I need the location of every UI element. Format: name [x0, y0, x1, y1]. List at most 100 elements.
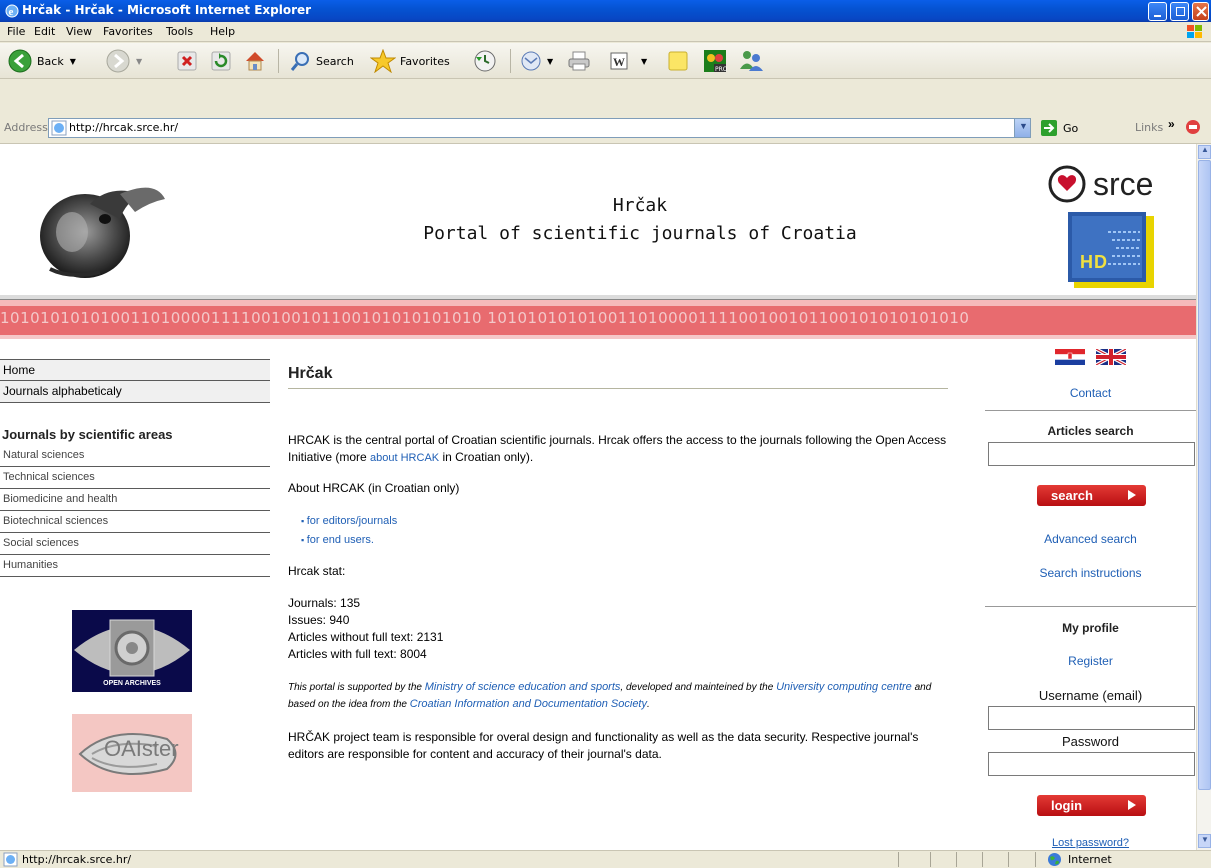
area-technical-sciences-link[interactable]: Technical sciences — [0, 467, 270, 489]
history-button[interactable] — [473, 49, 497, 73]
svg-text:PRO: PRO — [715, 66, 727, 73]
links-chevron-icon[interactable]: » — [1168, 117, 1175, 131]
mail-button[interactable]: ▼ — [520, 49, 553, 73]
scrollbar-thumb[interactable] — [1198, 160, 1211, 790]
menu-file[interactable]: File — [7, 25, 25, 38]
scroll-down-button[interactable]: ▼ — [1198, 834, 1211, 848]
address-input[interactable]: http://hrcak.srce.hr/ ▼ — [48, 118, 1031, 138]
articles-search-input[interactable] — [988, 442, 1195, 466]
svg-text:e: e — [9, 6, 14, 18]
password-field[interactable] — [988, 752, 1195, 776]
intro-paragraph: HRCAK is the central portal of Croatian … — [288, 432, 948, 467]
binary-text: 1010101010100110100001111001001011001010… — [0, 309, 970, 327]
area-natural-sciences-link[interactable]: Natural sciences — [0, 445, 270, 467]
scroll-up-button[interactable]: ▲ — [1198, 145, 1211, 159]
nav-journals-alphabetically-link[interactable]: Journals alphabeticaly — [0, 381, 270, 403]
pro-tool-button[interactable]: PRO — [703, 49, 727, 73]
stop-icon — [177, 51, 197, 71]
open-archives-logo[interactable]: OPEN ARCHIVES — [72, 610, 192, 692]
mail-dropdown-icon[interactable]: ▼ — [547, 57, 553, 66]
search-submit-button[interactable]: search — [1037, 485, 1146, 506]
minimize-icon — [1154, 15, 1161, 17]
login-button[interactable]: login — [1037, 795, 1146, 816]
edit-word-button[interactable]: W ▼ — [609, 49, 647, 73]
menu-edit[interactable]: Edit — [34, 25, 55, 38]
svg-text:W: W — [613, 55, 625, 69]
password-label: Password — [1061, 734, 1120, 749]
windows-flag-icon — [1187, 25, 1202, 38]
stop-button[interactable] — [176, 49, 198, 73]
menu-help[interactable]: Help — [210, 25, 235, 38]
for-editors-link[interactable]: for editors/journals — [307, 515, 398, 527]
restore-button[interactable] — [1170, 2, 1189, 21]
menu-tools[interactable]: Tools — [166, 25, 193, 38]
vertical-scrollbar[interactable]: ▲ ▼ — [1196, 144, 1211, 850]
forward-button[interactable]: ▼ — [106, 49, 142, 73]
croatian-flag-icon[interactable] — [1055, 349, 1085, 365]
page-icon — [51, 120, 67, 136]
lost-password-link[interactable]: Lost password? — [985, 837, 1196, 849]
site-header: Hrčak Portal of scientific journals of C… — [0, 144, 1196, 294]
articles-search-heading: Articles search — [1047, 424, 1134, 438]
home-button[interactable] — [243, 49, 267, 73]
address-url: http://hrcak.srce.hr/ — [69, 121, 179, 134]
forward-arrow-icon — [106, 49, 130, 73]
oaister-logo-text: OAIster — [104, 736, 179, 761]
history-icon — [474, 50, 496, 72]
translate-icon[interactable] — [1184, 118, 1202, 136]
oaister-logo[interactable]: OAIster — [72, 714, 192, 792]
stat-journals: Journals: 135 — [288, 596, 361, 610]
scientific-areas-heading: Journals by scientific areas — [2, 427, 173, 442]
mail-icon — [521, 51, 541, 71]
back-dropdown-icon[interactable]: ▼ — [70, 57, 76, 66]
for-end-users-link[interactable]: for end users. — [307, 534, 374, 546]
open-archives-logo-text: OPEN ARCHIVES — [103, 680, 161, 687]
print-button[interactable] — [567, 49, 591, 73]
documentation-society-link[interactable]: Croatian Information and Documentation S… — [410, 698, 647, 710]
go-button[interactable]: Go — [1040, 117, 1078, 139]
status-url: http://hrcak.srce.hr/ — [22, 853, 132, 866]
about-hrcak-link[interactable]: about HRCAK — [370, 452, 439, 464]
forward-dropdown-icon[interactable]: ▼ — [136, 57, 142, 66]
nav-home-link[interactable]: Home — [0, 359, 270, 381]
username-field[interactable] — [988, 706, 1195, 730]
band-light-line — [0, 300, 1196, 306]
back-button[interactable]: Back ▼ — [8, 49, 76, 73]
srce-logo[interactable]: srce — [1043, 164, 1188, 204]
menu-favorites[interactable]: Favorites — [103, 25, 153, 38]
search-button[interactable]: Search — [290, 49, 354, 73]
browser-window: e Hrčak - Hrčak - Microsoft Internet Exp… — [0, 0, 1211, 868]
play-arrow-icon — [1128, 490, 1136, 500]
address-label: Address — [4, 121, 48, 134]
close-icon — [1196, 6, 1207, 17]
contact-link[interactable]: Contact — [985, 386, 1196, 400]
messenger-button[interactable] — [738, 49, 764, 73]
site-subtitle: Portal of scientific journals of Croatia — [423, 223, 857, 244]
area-humanities-link[interactable]: Humanities — [0, 555, 270, 577]
support-text-2: , developed and mainteined by the — [620, 682, 777, 693]
edit-dropdown-icon[interactable]: ▼ — [641, 57, 647, 66]
area-biotechnical-sciences-link[interactable]: Biotechnical sciences — [0, 511, 270, 533]
page-title: Hrčak — [288, 359, 948, 389]
refresh-button[interactable] — [210, 49, 232, 73]
menu-view[interactable]: View — [66, 25, 92, 38]
close-button[interactable] — [1192, 2, 1209, 21]
favorites-button[interactable]: Favorites — [370, 49, 450, 73]
status-bar: http://hrcak.srce.hr/ Internet — [0, 850, 1211, 868]
support-text-4: . — [647, 699, 650, 710]
advanced-search-link[interactable]: Advanced search — [985, 532, 1196, 546]
minimize-button[interactable] — [1148, 2, 1167, 21]
register-link[interactable]: Register — [985, 654, 1196, 668]
search-instructions-link[interactable]: Search instructions — [985, 566, 1196, 580]
links-label[interactable]: Links — [1135, 121, 1163, 134]
about-heading: About HRCAK (in Croatian only) — [288, 481, 460, 495]
notes-button[interactable] — [667, 49, 689, 73]
chevron-down-icon: ▼ — [1019, 121, 1028, 131]
uk-flag-icon[interactable] — [1096, 349, 1126, 365]
area-social-sciences-link[interactable]: Social sciences — [0, 533, 270, 555]
university-computing-centre-link[interactable]: University computing centre — [776, 681, 912, 693]
ministry-link[interactable]: Ministry of science education and sports — [425, 681, 621, 693]
stat-articles-without-full-text: Articles without full text: 2131 — [288, 630, 444, 644]
area-biomedicine-health-link[interactable]: Biomedicine and health — [0, 489, 270, 511]
address-dropdown-button[interactable]: ▼ — [1014, 119, 1030, 137]
